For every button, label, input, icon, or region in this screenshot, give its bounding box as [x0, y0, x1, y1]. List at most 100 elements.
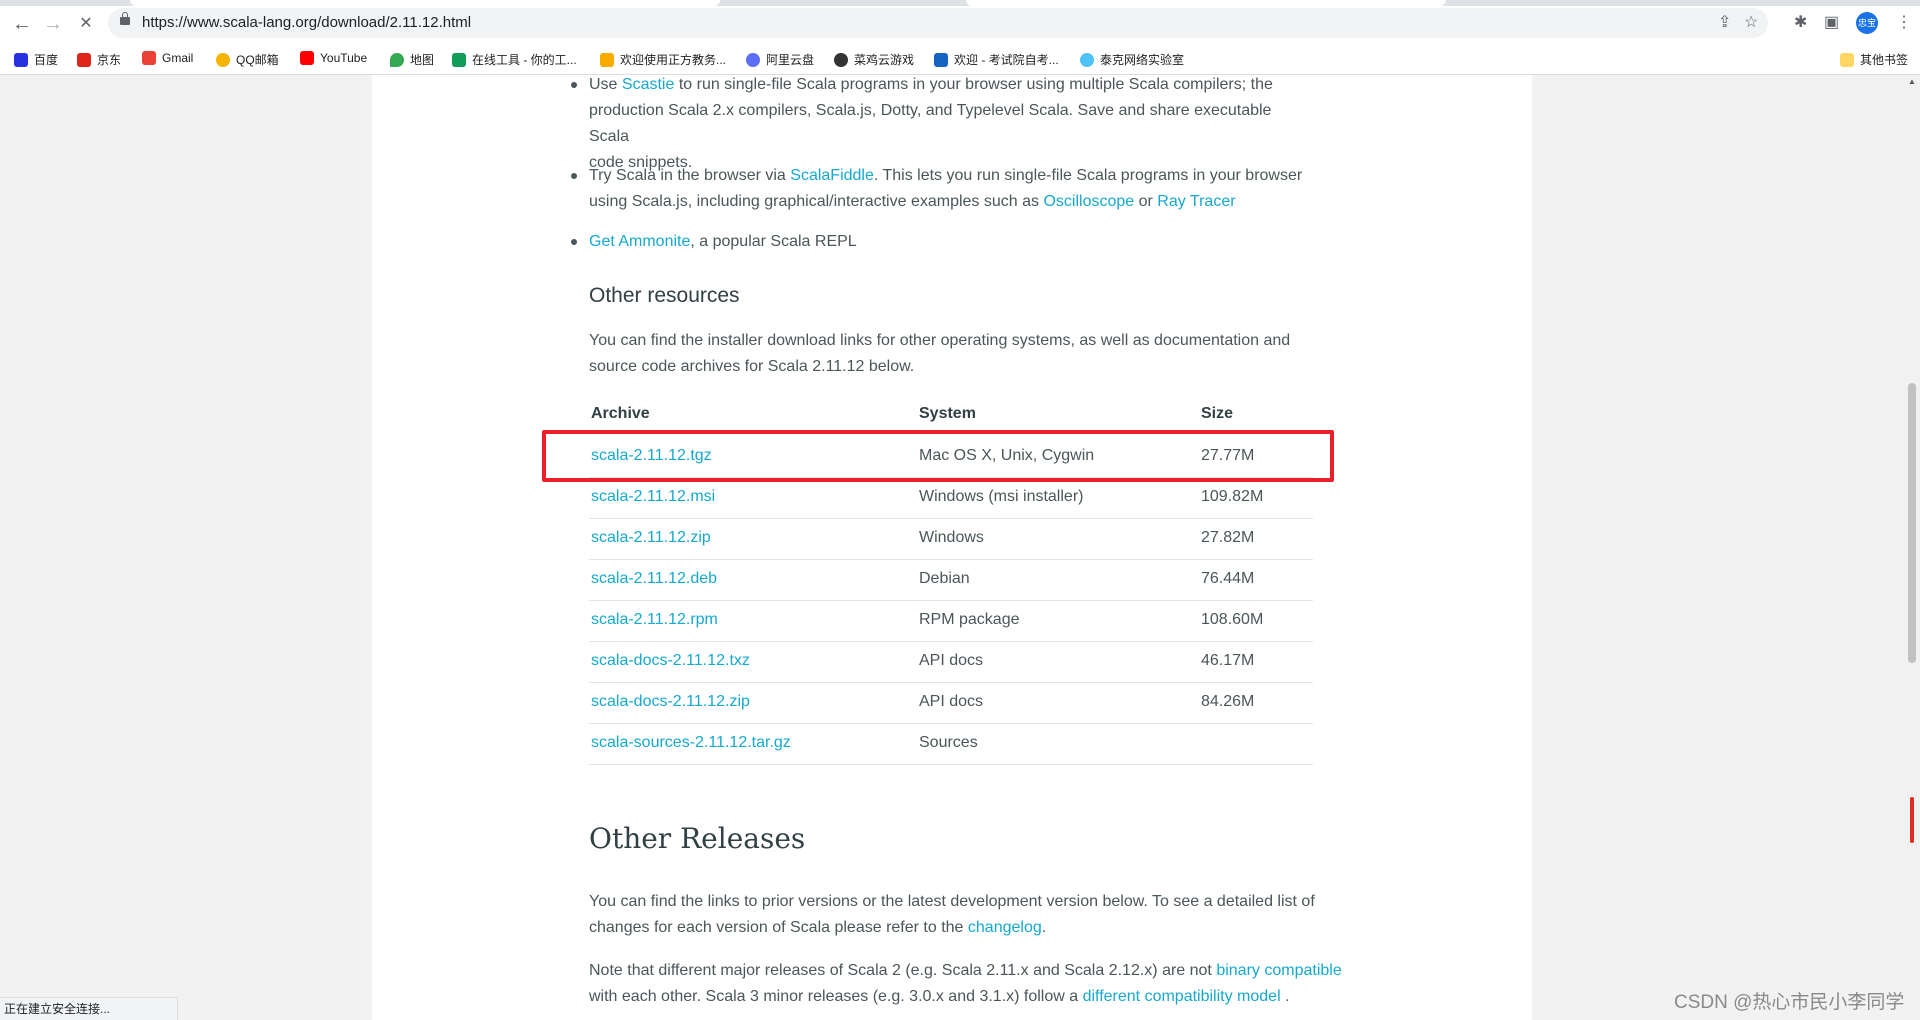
bookmark-jd[interactable]: 京东 [77, 51, 121, 68]
bookmark-gmail[interactable]: Gmail [142, 51, 193, 65]
profile-avatar[interactable]: 忠宝 [1856, 12, 1878, 34]
column-header-archive: Archive [591, 405, 650, 422]
other-bookmarks-folder[interactable]: 其他书签 [1840, 51, 1908, 68]
other-resources-heading: Other resources [589, 284, 740, 307]
page-scrollbar[interactable]: ▲ [1904, 75, 1920, 1020]
bookmark-label: 欢迎使用正方教务... [620, 53, 727, 67]
bookmark-cloud-game[interactable]: 菜鸡云游戏 [834, 51, 914, 68]
system-cell: Windows (msi installer) [919, 488, 1084, 505]
url-text[interactable]: https://www.scala-lang.org/download/2.11… [142, 14, 471, 31]
bookmark-jiaowu[interactable]: 欢迎使用正方教务... [600, 51, 726, 68]
bookmark-youtube[interactable]: YouTube [300, 51, 367, 65]
system-cell: Sources [919, 734, 978, 751]
table-row: scala-2.11.12.zip Windows 27.82M [589, 519, 1313, 560]
text: . [1041, 919, 1047, 936]
column-header-size: Size [1201, 405, 1234, 422]
changelog-link[interactable]: changelog [968, 919, 1042, 936]
list-item-scalafiddle: Try Scala in the browser via ScalaFiddle… [571, 163, 1309, 215]
table-row: scala-2.11.12.deb Debian 76.44M [589, 560, 1313, 601]
table-row: scala-2.11.12.rpm RPM package 108.60M [589, 601, 1313, 642]
other-releases-heading: Other Releases [589, 822, 806, 855]
column-header-system: System [919, 405, 976, 422]
binary-compatible-link[interactable]: binary compatible [1216, 962, 1341, 979]
bookmark-label: 地图 [410, 53, 435, 67]
archive-link[interactable]: scala-docs-2.11.12.txz [591, 652, 750, 670]
scalafiddle-link[interactable]: ScalaFiddle [790, 167, 874, 184]
text: or [1134, 193, 1158, 210]
school-icon [600, 52, 614, 67]
baidu-icon [14, 52, 28, 67]
archive-link[interactable]: scala-2.11.12.deb [591, 570, 717, 588]
forward-button[interactable]: → [41, 12, 65, 36]
other-resources-paragraph: You can find the installer download link… [589, 328, 1329, 380]
system-cell: RPM package [919, 611, 1020, 628]
inactive-tab[interactable] [966, 0, 1446, 6]
bookmark-taike-lab[interactable]: 泰克网络实验室 [1080, 51, 1184, 68]
active-tab[interactable] [130, 0, 720, 6]
watermark: CSDN @热心市民小李同学 [1674, 992, 1905, 1013]
table-row: scala-sources-2.11.12.tar.gz Sources [589, 724, 1313, 765]
system-cell: Debian [919, 570, 970, 587]
extensions-icon[interactable]: ✱ [1794, 12, 1807, 32]
other-releases-paragraph-2: Note that different major releases of Sc… [589, 958, 1349, 1010]
bookmark-qqmail[interactable]: QQ邮箱 [216, 51, 279, 68]
archive-link[interactable]: scala-2.11.12.rpm [591, 611, 718, 629]
bookmark-label: 京东 [97, 53, 122, 67]
size-cell: 76.44M [1201, 570, 1255, 587]
archive-link[interactable]: scala-docs-2.11.12.zip [591, 693, 750, 711]
ray-tracer-link[interactable]: Ray Tracer [1157, 193, 1235, 210]
oscilloscope-link[interactable]: Oscilloscope [1043, 193, 1134, 210]
bookmark-maps[interactable]: 地图 [390, 51, 434, 68]
share-icon[interactable]: ⇪ [1718, 12, 1731, 32]
lock-icon[interactable] [120, 12, 130, 25]
bookmark-exam[interactable]: 欢迎 - 考试院自考... [934, 51, 1059, 68]
folder-icon [1840, 52, 1854, 67]
size-cell: 108.60M [1201, 611, 1264, 628]
scroll-up-icon[interactable]: ▲ [1908, 77, 1916, 86]
browser-toolbar: ← → ✕ https://www.scala-lang.org/downloa… [0, 0, 1920, 44]
size-cell: 46.17M [1201, 652, 1255, 669]
ammonite-link[interactable]: Get Ammonite [589, 233, 690, 250]
address-bar[interactable]: https://www.scala-lang.org/download/2.11… [108, 8, 1768, 38]
page-content: Use Scastie to run single-file Scala pro… [372, 75, 1532, 1020]
scastie-link[interactable]: Scastie [622, 76, 674, 93]
archive-link[interactable]: scala-2.11.12.zip [591, 529, 711, 547]
text: Try Scala in the browser via [589, 167, 791, 184]
bookmark-label: Gmail [162, 51, 194, 65]
archive-link[interactable]: scala-2.11.12.msi [591, 488, 715, 506]
bookmark-label: 欢迎 - 考试院自考... [954, 53, 1059, 67]
qqmail-icon [216, 52, 230, 67]
back-button[interactable]: ← [10, 12, 34, 36]
text: . This lets you run single-file Scala pr… [873, 167, 1303, 184]
bookmark-online-tools[interactable]: 在线工具 - 你的工... [452, 51, 577, 68]
tools-icon [452, 52, 466, 67]
jd-icon [77, 52, 91, 67]
list-item-ammonite: Get Ammonite, a popular Scala REPL [571, 229, 1309, 255]
size-cell: 109.82M [1201, 488, 1264, 505]
compatibility-model-link[interactable]: different compatibility model [1083, 988, 1281, 1005]
text: using Scala.js, including graphical/inte… [589, 193, 1044, 210]
text: to run single-file Scala programs in you… [674, 76, 1273, 93]
text: Note that different major releases of Sc… [589, 962, 1217, 979]
bookmark-star-icon[interactable]: ☆ [1744, 12, 1758, 32]
bookmark-label: 在线工具 - 你的工... [472, 53, 577, 67]
scroll-thumb[interactable] [1908, 383, 1916, 663]
list-item-scastie: Use Scastie to run single-file Scala pro… [571, 72, 1309, 176]
menu-icon[interactable]: ⋮ [1896, 12, 1912, 32]
other-releases-paragraph-1: You can find the links to prior versions… [589, 889, 1349, 941]
text: You can find the links to prior versions… [589, 893, 1315, 910]
status-bubble: 正在建立安全连接... [0, 997, 178, 1020]
bookmark-label: 百度 [34, 53, 59, 67]
text: source code archives for Scala 2.11.12 b… [589, 358, 915, 375]
side-panel-icon[interactable]: ▣ [1824, 12, 1839, 32]
bookmark-label: YouTube [320, 51, 368, 65]
gmail-icon [142, 51, 156, 65]
text: , a popular Scala REPL [690, 233, 857, 250]
stop-loading-button[interactable]: ✕ [74, 12, 98, 36]
bookmark-baidu[interactable]: 百度 [14, 51, 58, 68]
bookmark-aliyun-drive[interactable]: 阿里云盘 [746, 51, 814, 68]
system-cell: API docs [919, 652, 984, 669]
scroll-marker [1910, 797, 1914, 843]
table-row: scala-2.11.12.msi Windows (msi installer… [589, 478, 1313, 519]
archive-link[interactable]: scala-sources-2.11.12.tar.gz [591, 734, 791, 752]
